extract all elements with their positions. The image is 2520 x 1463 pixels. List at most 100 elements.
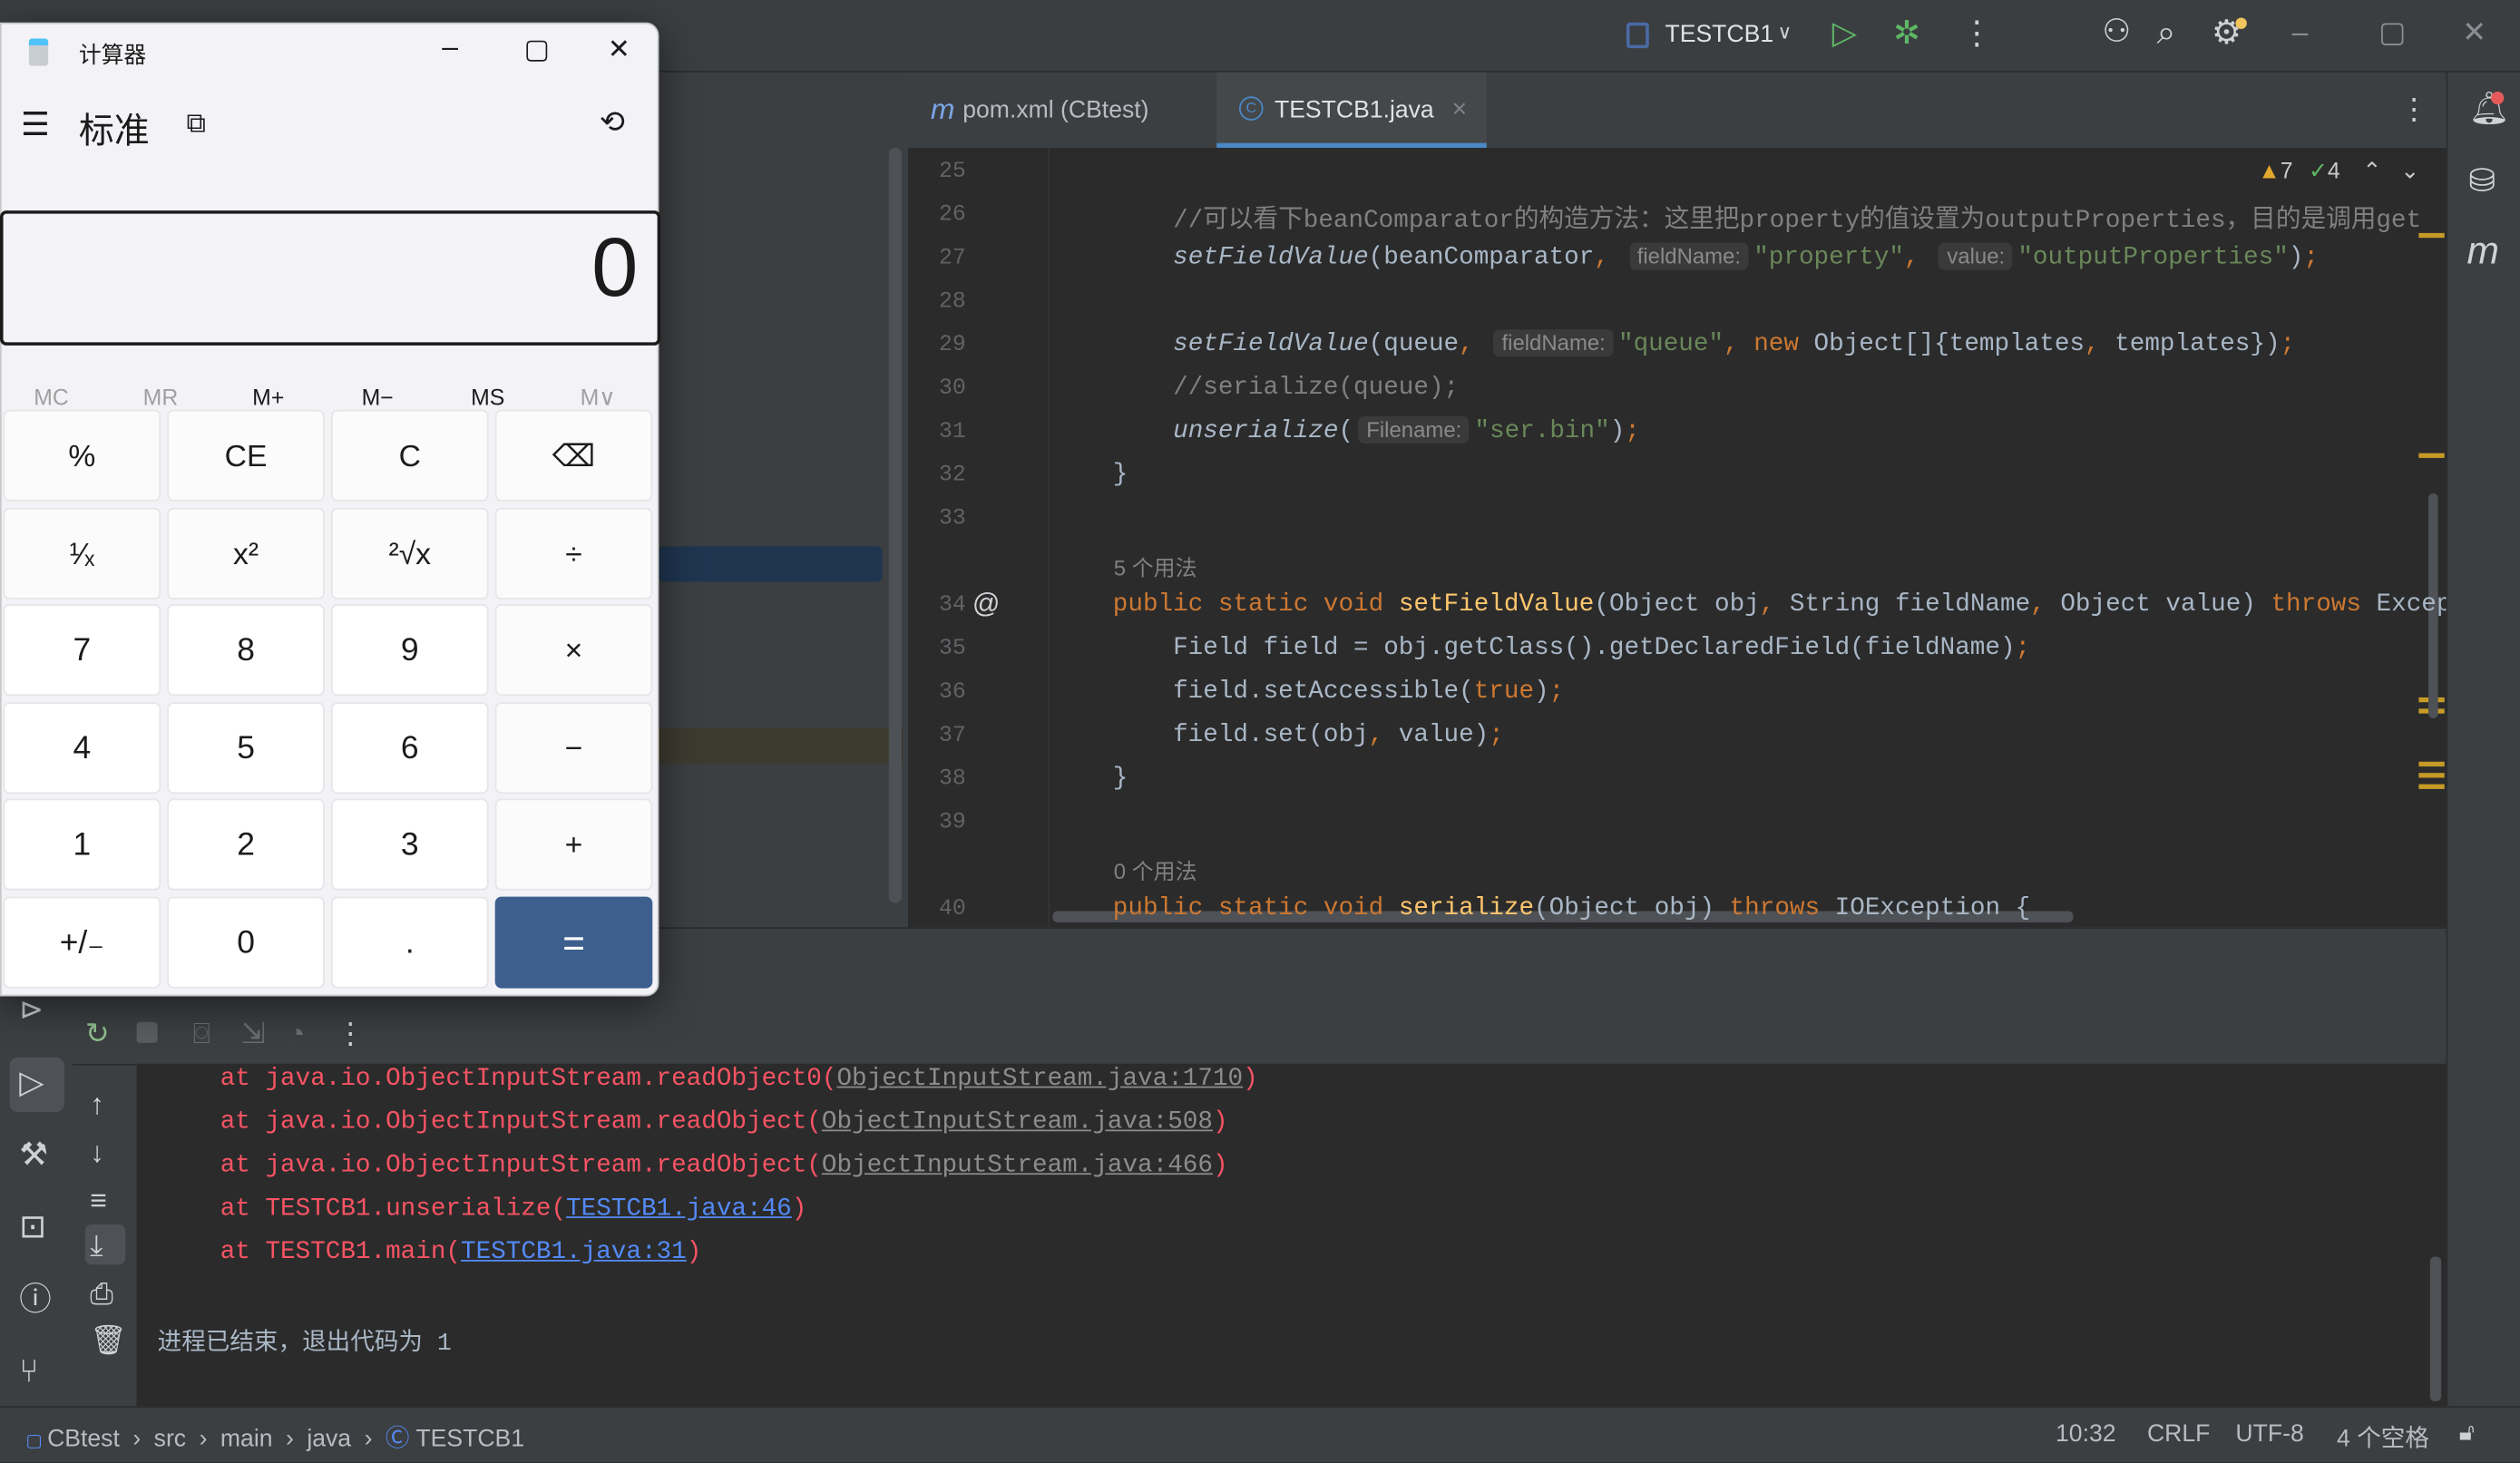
run-tool-icon[interactable]: ▷ (19, 1067, 44, 1098)
calc-key[interactable]: % (3, 409, 161, 502)
selected-tree-item[interactable] (659, 546, 883, 582)
trash-icon[interactable]: 🗑︎ (90, 1326, 126, 1355)
calc-key[interactable]: 7 (3, 604, 161, 697)
calc-key[interactable]: 8 (167, 604, 325, 697)
more-icon[interactable]: ⋮ (336, 1019, 365, 1048)
calc-key[interactable]: 0 (167, 896, 325, 989)
tabs-more-icon[interactable]: ⋮ (2399, 95, 2428, 124)
calc-key[interactable]: 9 (330, 604, 489, 697)
memory-button-3[interactable]: M− (362, 384, 394, 409)
calc-key[interactable]: . (330, 896, 489, 989)
calc-key[interactable]: ²√x (330, 507, 489, 600)
file-encoding[interactable]: UTF-8 (2235, 1420, 2303, 1448)
source-link[interactable]: TESTCB1.java:46 (566, 1194, 792, 1223)
scrollbar[interactable] (888, 147, 902, 903)
memory-button-1[interactable]: MR (143, 384, 179, 409)
indent-setting[interactable]: 4 个空格 (2337, 1420, 2429, 1454)
override-gutter-icon[interactable]: @ (972, 590, 1001, 617)
close-icon[interactable]: ✕ (2462, 17, 2486, 46)
breadcrumb-item[interactable]: TESTCB1 (415, 1425, 524, 1452)
git-icon[interactable]: ⑂ (19, 1356, 38, 1388)
breadcrumb-item[interactable]: src (154, 1425, 186, 1452)
rerun-icon[interactable]: ↻ (85, 1019, 110, 1048)
caret-position[interactable]: 10:32 (2056, 1420, 2116, 1448)
code-editor[interactable]: ▲7 ✓4 ⌃ ⌄ 25 26 //可以看下beanComparator的构造方法… (908, 147, 2447, 928)
scroll-up-icon[interactable]: ↑ (90, 1089, 104, 1118)
prev-highlight-icon[interactable]: ⌃ (2362, 158, 2381, 183)
run-icon[interactable]: ▷ (1832, 17, 1857, 49)
terminal-icon[interactable]: ⊡ (19, 1212, 46, 1244)
profiler-icon[interactable]: ◔ (288, 1019, 305, 1048)
calc-key[interactable]: ÷ (494, 507, 653, 600)
inspection-widget[interactable]: ▲7 ✓4 ⌃ ⌄ (2258, 158, 2419, 185)
services-icon[interactable]: ⊳ (19, 995, 44, 1024)
debug-icon[interactable]: ✲ (1893, 17, 1920, 49)
source-link[interactable]: ObjectInputStream.java:466 (822, 1151, 1213, 1180)
database-icon[interactable]: ⛁ (2468, 165, 2496, 197)
error-stripe-mark[interactable] (2418, 784, 2445, 789)
tab-testcb1-java[interactable]: C TESTCB1.java ✕ (1216, 72, 1487, 148)
error-stripe-mark[interactable] (2418, 761, 2445, 767)
more-icon[interactable]: ⋮ (1960, 17, 1992, 49)
calc-key[interactable]: 4 (3, 702, 161, 795)
next-highlight-icon[interactable]: ⌄ (2400, 158, 2419, 183)
error-stripe-mark[interactable] (2418, 773, 2445, 778)
console-output[interactable]: at java.io.ObjectInputStream.readObject0… (136, 1063, 2447, 1407)
calc-key[interactable]: 6 (330, 702, 489, 795)
restore-layout-icon[interactable]: ⇲ (241, 1019, 266, 1048)
run-config-selector[interactable]: TESTCB1 (1665, 21, 1773, 48)
highlighted-tree-item[interactable] (659, 727, 903, 764)
usage-hint[interactable]: 0 个用法 (1114, 853, 1197, 885)
source-link[interactable]: ObjectInputStream.java:1710 (836, 1064, 1243, 1093)
problems-icon[interactable]: ⓘ (19, 1284, 51, 1316)
calc-key[interactable]: 5 (167, 702, 325, 795)
scroll-to-end-icon[interactable]: ⤓ (90, 1231, 103, 1260)
calc-key[interactable]: x² (167, 507, 325, 600)
calc-key[interactable]: 1 (3, 798, 161, 891)
add-user-icon[interactable]: ⚇ (2102, 16, 2131, 48)
soft-wrap-icon[interactable]: ≡ (90, 1186, 107, 1215)
calc-key[interactable]: − (494, 702, 653, 795)
error-stripe-mark[interactable] (2418, 232, 2445, 239)
calc-key[interactable]: C (330, 409, 489, 502)
keep-on-top-icon[interactable]: ⧉ (187, 108, 207, 140)
scroll-down-icon[interactable]: ↓ (90, 1137, 104, 1166)
calc-key[interactable]: 3 (330, 798, 489, 891)
usage-hint[interactable]: 5 个用法 (1114, 550, 1197, 581)
memory-button-0[interactable]: MC (34, 384, 69, 409)
source-link[interactable]: TESTCB1.java:31 (461, 1237, 687, 1266)
calc-key[interactable]: CE (167, 409, 325, 502)
source-link[interactable]: ObjectInputStream.java:508 (822, 1107, 1213, 1136)
calc-key[interactable]: + (494, 798, 653, 891)
menu-icon[interactable]: ☰ (21, 104, 50, 144)
memory-button-5[interactable]: M∨ (581, 384, 616, 411)
tab-pom-xml[interactable]: m pom.xml (CBtest) (927, 73, 1168, 148)
memory-button-4[interactable]: MS (471, 384, 504, 409)
breadcrumb-item[interactable]: java (307, 1425, 351, 1452)
calc-key[interactable]: ¹⁄ₓ (3, 507, 161, 600)
build-hammer-icon[interactable]: ⚒ (19, 1139, 48, 1171)
calc-key[interactable]: ⌫ (494, 409, 653, 502)
minimize-icon[interactable]: – (442, 31, 458, 64)
minimize-icon[interactable]: – (2291, 17, 2308, 46)
history-icon[interactable]: ⟲ (600, 104, 625, 141)
unlock-icon[interactable]: 🔓︎ (2459, 1420, 2475, 1445)
maximize-icon[interactable]: ▢ (524, 34, 550, 65)
calc-key[interactable]: +/₋ (3, 896, 161, 989)
line-separator[interactable]: CRLF (2147, 1420, 2210, 1448)
maven-icon[interactable]: m (2467, 232, 2499, 272)
maximize-icon[interactable]: ▢ (2378, 17, 2406, 46)
console-scrollbar[interactable] (2429, 1256, 2442, 1401)
error-stripe-mark[interactable] (2418, 453, 2445, 458)
search-icon[interactable]: ⌕ (2157, 16, 2176, 50)
calc-key[interactable]: × (494, 604, 653, 697)
close-tab-icon[interactable]: ✕ (1451, 73, 1468, 148)
calc-key[interactable]: 2 (167, 798, 325, 891)
print-icon[interactable]: ⎙ (90, 1279, 113, 1308)
breadcrumb-item[interactable]: CBtest (47, 1425, 120, 1452)
stop-icon[interactable] (136, 1021, 158, 1043)
close-icon[interactable]: ✕ (608, 34, 630, 65)
breadcrumb-item[interactable]: main (220, 1425, 273, 1452)
camera-icon[interactable]: ⌼ (193, 1019, 210, 1048)
memory-button-2[interactable]: M+ (252, 384, 284, 409)
